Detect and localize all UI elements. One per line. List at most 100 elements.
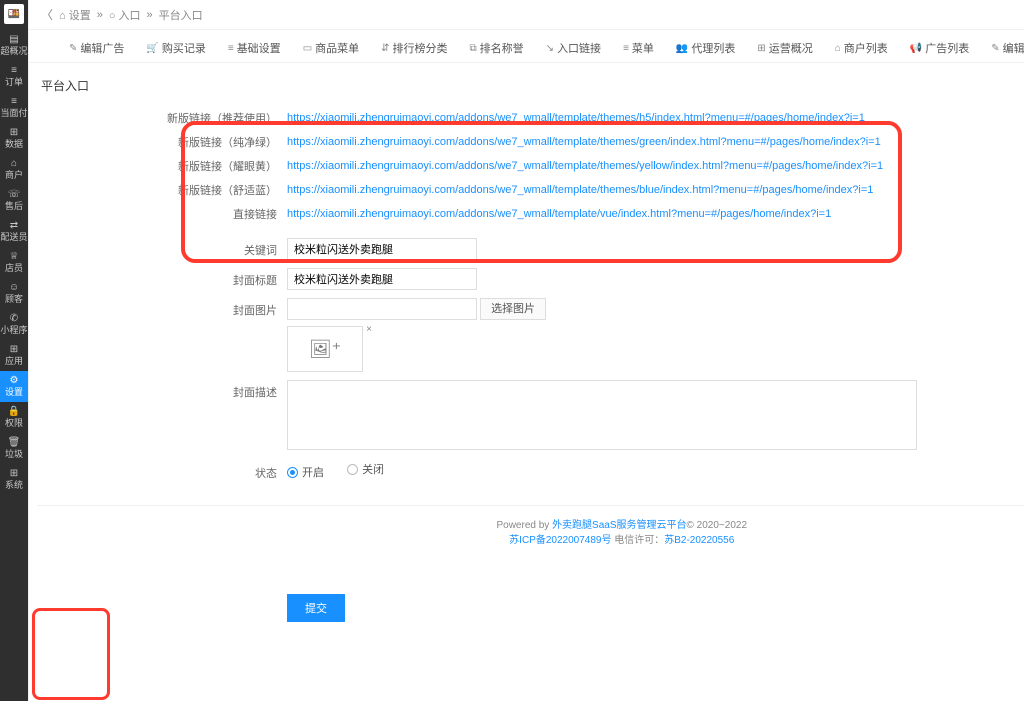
rail-item-7[interactable]: ♕店员 — [0, 247, 28, 278]
keyword-input[interactable] — [287, 238, 477, 260]
tab-6[interactable]: ↘入口链接 — [546, 40, 601, 56]
rail-item-3[interactable]: ⊞数据 — [0, 123, 28, 154]
link-row-0: 新版链接（推荐使用）https://xiaomili.zhengruimaoyi… — [37, 106, 1024, 130]
page-footer: Powered by 外卖跑腿SaaS服务管理云平台© 2020~2022 苏I… — [37, 505, 1024, 576]
tab-11[interactable]: 📢广告列表 — [910, 40, 969, 56]
link-row-2: 新版链接（耀眼黄）https://xiaomili.zhengruimaoyi.… — [37, 154, 1024, 178]
footer-copyright: © 2020~2022 — [687, 520, 747, 531]
tab-5[interactable]: ⧉排名称誉 — [470, 40, 524, 56]
rail-icon: 🗑 — [0, 437, 28, 448]
rail-icon: ▤ — [0, 34, 28, 45]
panel-title: 平台入口 — [37, 69, 1024, 102]
tab-12[interactable]: ✎ 编辑广告 — [991, 40, 1024, 56]
remove-image-icon[interactable]: × — [366, 324, 372, 335]
rail-label: 应用 — [5, 356, 23, 366]
rail-item-6[interactable]: ⇄配送员 — [0, 216, 28, 247]
tab-icon: ≡ — [228, 43, 234, 54]
rail-icon: ≡ — [0, 65, 28, 76]
rail-item-13[interactable]: 🗑垃圾 — [0, 433, 28, 464]
submit-button[interactable]: 提交 — [287, 594, 345, 622]
rail-item-11[interactable]: ⚙设置 — [0, 371, 28, 402]
rail-label: 权限 — [5, 418, 23, 428]
tab-3[interactable]: ▭商品菜单 — [303, 40, 359, 56]
rail-item-14[interactable]: ⊞系统 — [0, 464, 28, 495]
icon-rail: 🍱 ▤超概况≡订单≡当面付⊞数据⌂商户☏售后⇄配送员♕店员☺顾客✆小程序⊞应用⚙… — [0, 0, 28, 701]
rail-label: 售后 — [5, 201, 23, 211]
cover-title-input[interactable] — [287, 268, 477, 290]
tab-icon: ✎ — [991, 43, 999, 54]
platform-link-0[interactable]: https://xiaomili.zhengruimaoyi.com/addon… — [287, 112, 865, 124]
platform-link-4[interactable]: https://xiaomili.zhengruimaoyi.com/addon… — [287, 208, 831, 220]
platform-link-1[interactable]: https://xiaomili.zhengruimaoyi.com/addon… — [287, 136, 881, 148]
link-label: 新版链接（舒适蓝） — [37, 182, 287, 198]
tab-icon: 👥 — [676, 43, 688, 54]
footer-icp-link[interactable]: 苏ICP备2022007489号 — [509, 535, 611, 546]
crumb-settings[interactable]: ⌂ 设置 — [59, 7, 91, 23]
tab-icon: ≡ — [623, 43, 629, 54]
tab-icon: ✎ — [69, 43, 77, 54]
rail-label: 设置 — [5, 387, 23, 397]
cover-image-label: 封面图片 — [37, 298, 287, 318]
footer-tel-label: 电信许可： — [611, 535, 664, 546]
status-label: 状态 — [37, 461, 287, 481]
tab-icon: ⊞ — [757, 43, 765, 54]
rail-item-8[interactable]: ☺顾客 — [0, 278, 28, 309]
footer-brand-link[interactable]: 外卖跑腿SaaS服务管理云平台 — [552, 520, 686, 531]
crumb-entry[interactable]: ○ 入口 — [109, 7, 141, 23]
crumb-current: 平台入口 — [159, 7, 203, 23]
choose-image-button[interactable]: 选择图片 — [480, 298, 546, 320]
footer-tel-link[interactable]: 苏B2-20220556 — [664, 535, 734, 546]
tab-icon: 🛒 — [146, 43, 158, 54]
tab-10[interactable]: ⌂商户列表 — [835, 40, 888, 56]
rail-item-4[interactable]: ⌂商户 — [0, 154, 28, 185]
rail-icon: ⊞ — [0, 344, 28, 355]
panel-platform-entry: 平台入口 新版链接（推荐使用）https://xiaomili.zhengrui… — [37, 69, 1024, 662]
rail-label: 当面付 — [0, 108, 27, 118]
rail-item-0[interactable]: ▤超概况 — [0, 30, 28, 61]
status-on-text: 开启 — [302, 464, 324, 480]
tab-8[interactable]: 👥代理列表 — [676, 40, 735, 56]
cover-title-label: 封面标题 — [37, 268, 287, 288]
status-on-radio[interactable]: 开启 — [287, 464, 324, 480]
tab-label: 编辑广告 — [1003, 40, 1024, 56]
tab-9[interactable]: ⊞运营概况 — [757, 40, 812, 56]
tab-label: 代理列表 — [691, 40, 735, 56]
rail-icon: ✆ — [0, 313, 28, 324]
tab-label: 商品菜单 — [315, 40, 359, 56]
rail-item-10[interactable]: ⊞应用 — [0, 340, 28, 371]
platform-link-2[interactable]: https://xiaomili.zhengruimaoyi.com/addon… — [287, 160, 883, 172]
cover-desc-textarea[interactable] — [287, 380, 917, 450]
tab-label: 排行榜分类 — [393, 40, 448, 56]
rail-label: 商户 — [5, 170, 23, 180]
rail-icon: ⇄ — [0, 220, 28, 231]
rail-item-1[interactable]: ≡订单 — [0, 61, 28, 92]
keyword-label: 关键词 — [37, 238, 287, 258]
tab-label: 编辑广告 — [80, 40, 124, 56]
rail-label: 店员 — [5, 263, 23, 273]
top-tabs: ✎编辑广告🛒购买记录≡基础设置▭商品菜单⇵排行榜分类⧉排名称誉↘入口链接≡菜单👥… — [29, 30, 1024, 63]
tab-0[interactable]: ✎编辑广告 — [69, 40, 124, 56]
rail-label: 配送员 — [0, 232, 27, 242]
image-preview-icon: 🖼⁺ — [309, 339, 341, 360]
status-off-text: 关闭 — [362, 461, 384, 477]
back-icon[interactable]: 〈 — [41, 6, 53, 23]
tab-icon: ↘ — [546, 43, 554, 54]
platform-link-3[interactable]: https://xiaomili.zhengruimaoyi.com/addon… — [287, 184, 873, 196]
tab-4[interactable]: ⇵ 排行榜分类 — [381, 40, 447, 56]
rail-label: 订单 — [5, 77, 23, 87]
rail-item-12[interactable]: 🔒权限 — [0, 402, 28, 433]
tab-2[interactable]: ≡基础设置 — [228, 40, 281, 56]
rail-icon: ⌂ — [0, 158, 28, 169]
rail-item-5[interactable]: ☏售后 — [0, 185, 28, 216]
cover-thumbnail[interactable]: 🖼⁺ × — [287, 326, 363, 372]
breadcrumb: 〈 ⌂ 设置 » ○ 入口 » 平台入口 — [29, 0, 1024, 30]
rail-item-9[interactable]: ✆小程序 — [0, 309, 28, 340]
rail-icon: ⊞ — [0, 468, 28, 479]
cover-path-input[interactable] — [287, 298, 477, 320]
tab-7[interactable]: ≡菜单 — [623, 40, 654, 56]
tab-1[interactable]: 🛒购买记录 — [146, 40, 205, 56]
rail-item-2[interactable]: ≡当面付 — [0, 92, 28, 123]
status-off-radio[interactable]: 关闭 — [347, 461, 384, 477]
tab-icon: ⇵ — [381, 43, 389, 54]
cover-desc-label: 封面描述 — [37, 380, 287, 400]
